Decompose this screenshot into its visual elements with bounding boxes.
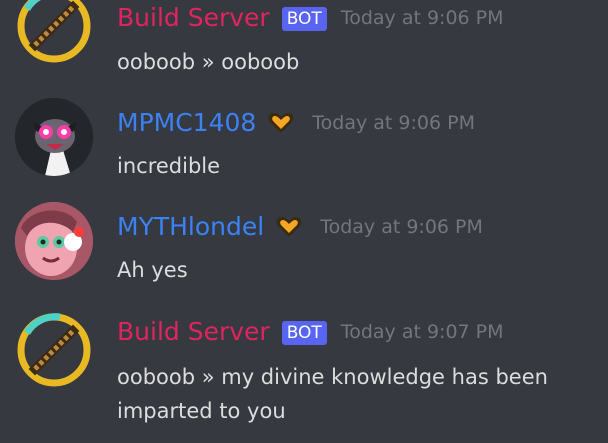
avatar[interactable] [15, 311, 93, 389]
avatar[interactable] [15, 202, 93, 280]
author-name[interactable]: Build Server [117, 317, 270, 347]
timestamp[interactable]: Today at 9:07 PM [341, 320, 504, 344]
pink-character-avatar [15, 202, 93, 280]
orange-heart-icon [276, 216, 302, 242]
message-line: ooboob » ooboob [117, 50, 300, 74]
message-header: MYTHlondel Today at 9:06 PM [117, 212, 483, 242]
message-line: ooboob » my divine knowledge has been [117, 365, 548, 389]
message-line: incredible [117, 154, 221, 178]
golden-sword-icon [17, 313, 91, 387]
message-line: imparted to you [117, 399, 286, 423]
message-content: Ah yes [117, 253, 188, 287]
author-name[interactable]: MPMC1408 [117, 108, 256, 138]
avatar[interactable] [15, 0, 93, 65]
author-name[interactable]: Build Server [117, 3, 270, 33]
timestamp[interactable]: Today at 9:06 PM [341, 6, 504, 30]
message-content: ooboob » ooboob [117, 45, 299, 79]
message-content: incredible [117, 149, 220, 183]
cartoon-character-avatar [15, 98, 93, 176]
bot-badge: BOT [281, 7, 327, 31]
golden-sword-icon [17, 0, 91, 63]
bot-badge: BOT [281, 321, 327, 345]
avatar[interactable] [15, 98, 93, 176]
message-header: Build Server BOT Today at 9:07 PM [117, 317, 504, 347]
message-line: Ah yes [117, 258, 188, 282]
message-header: MPMC1408 Today at 9:06 PM [117, 108, 475, 138]
author-name[interactable]: MYTHlondel [117, 212, 264, 242]
timestamp[interactable]: Today at 9:06 PM [320, 215, 483, 239]
timestamp[interactable]: Today at 9:06 PM [312, 111, 475, 135]
orange-heart-icon [268, 112, 294, 138]
message-content: ooboob » my divine knowledge has been im… [117, 360, 548, 428]
message-header: Build Server BOT Today at 9:06 PM [117, 3, 504, 33]
